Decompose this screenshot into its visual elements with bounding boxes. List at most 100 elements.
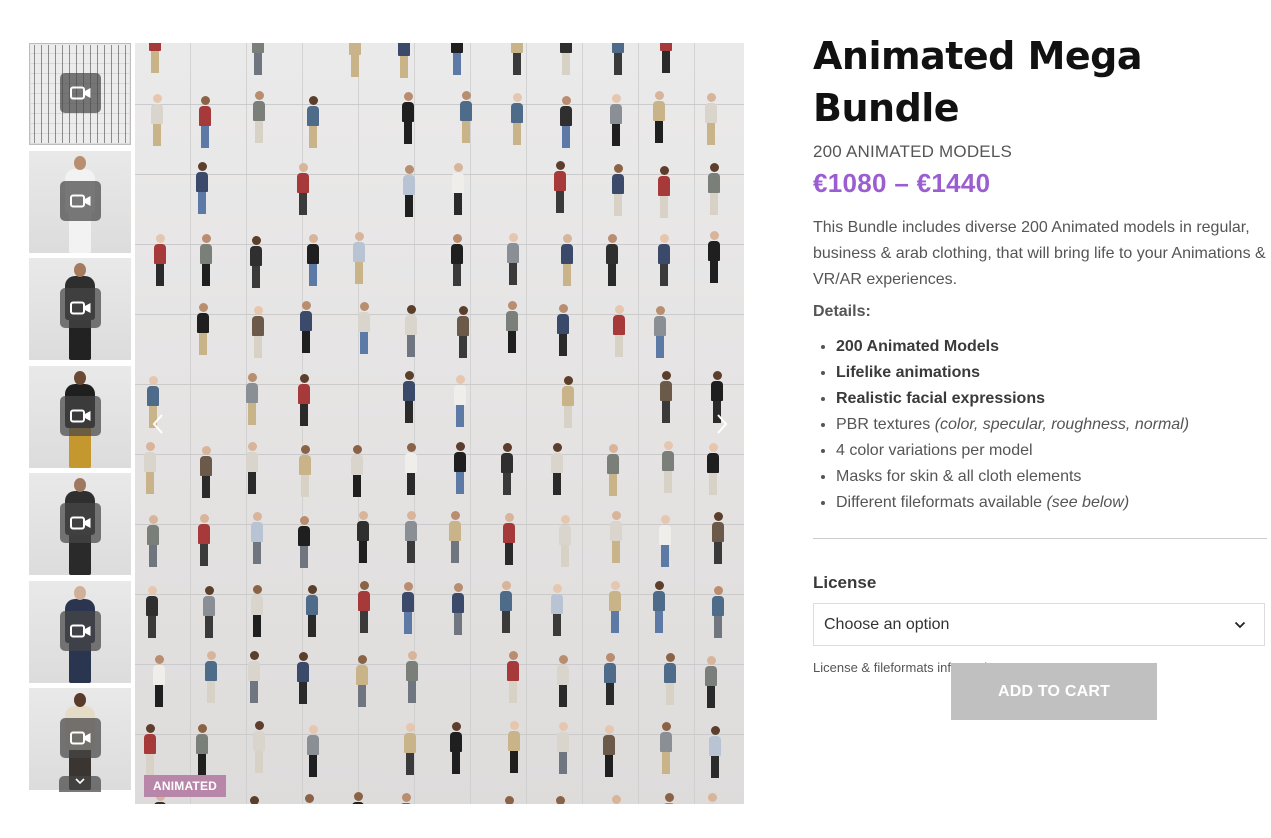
- crowd-person: [147, 515, 159, 567]
- thumbnail-strip: [29, 43, 131, 792]
- video-camera-icon: [60, 503, 101, 543]
- crowd-person: [307, 96, 319, 148]
- crowd-person: [610, 795, 622, 804]
- crowd-person: [449, 511, 461, 563]
- crowd-person: [252, 43, 264, 75]
- crowd-person: [557, 722, 569, 774]
- product-description: This Bundle includes diverse 200 Animate…: [813, 219, 1266, 288]
- chevron-right-icon: [717, 414, 728, 434]
- person-head: [74, 585, 86, 600]
- crowd-person: [507, 651, 519, 703]
- crowd-person: [402, 582, 414, 634]
- crowd-person: [560, 96, 572, 148]
- crowd-person: [297, 652, 309, 704]
- crowd-person: [402, 92, 414, 144]
- thumbnails-scroll-down-button[interactable]: [59, 776, 101, 792]
- crowd-person: [658, 166, 670, 218]
- crowd-person: [660, 722, 672, 774]
- crowd-person: [561, 234, 573, 286]
- chevron-down-icon: [75, 778, 85, 785]
- product-price: €1080 – €1440: [813, 168, 991, 198]
- crowd-person: [253, 721, 265, 773]
- crowd-person: [205, 651, 217, 703]
- crowd-person: [248, 651, 260, 703]
- crowd-person: [300, 301, 312, 353]
- crowd-person: [451, 234, 463, 286]
- crowd-person: [612, 43, 624, 75]
- thumbnail-item[interactable]: [29, 365, 131, 468]
- gallery-prev-button[interactable]: [148, 410, 168, 438]
- feature-item: 200 Animated Models: [836, 334, 1267, 360]
- thumbnail-item[interactable]: [29, 688, 131, 790]
- crowd-person: [356, 655, 368, 707]
- crowd-person: [246, 442, 258, 494]
- crowd-person: [403, 165, 415, 217]
- feature-item: PBR textures (color, specular, roughness…: [836, 412, 1267, 438]
- crowd-person: [196, 162, 208, 214]
- product-title: Animated Mega Bundle: [813, 34, 1143, 130]
- crowd-person: [612, 164, 624, 216]
- crowd-person: [352, 792, 364, 804]
- crowd-person: [511, 93, 523, 145]
- crowd-person: [298, 516, 310, 568]
- crowd-person: [251, 585, 263, 637]
- crowd-person: [454, 442, 466, 494]
- product-summary: Animated Mega Bundle 200 ANIMATED MODELS…: [813, 30, 1267, 720]
- crowd-person: [196, 724, 208, 776]
- license-select[interactable]: Choose an option: [813, 603, 1265, 646]
- crowd-person: [607, 444, 619, 496]
- crowd-person: [151, 94, 163, 146]
- person-head: [74, 370, 86, 385]
- crowd-person: [712, 512, 724, 564]
- crowd-person: [604, 653, 616, 705]
- crowd-person: [307, 234, 319, 286]
- person-head: [74, 478, 86, 492]
- crowd-person: [197, 303, 209, 355]
- crowd-person: [198, 514, 210, 566]
- thumbnail-item[interactable]: [29, 258, 131, 360]
- crowd-person: [246, 373, 258, 425]
- crowd-person: [707, 443, 719, 495]
- divider: [813, 538, 1267, 539]
- crowd-person: [559, 515, 571, 567]
- crowd-person: [146, 586, 158, 638]
- crowd-person: [503, 513, 515, 565]
- chevron-down-icon: [1234, 621, 1246, 628]
- person-head: [74, 155, 86, 170]
- thumbnail-item[interactable]: [29, 473, 131, 575]
- crowd-person: [154, 234, 166, 286]
- crowd-person: [404, 723, 416, 775]
- crowd-person: [554, 161, 566, 213]
- thumbnail-item[interactable]: [29, 150, 131, 253]
- crowd-person: [708, 163, 720, 215]
- thumbnail-item[interactable]: [29, 43, 131, 145]
- crowd-person: [307, 725, 319, 777]
- license-label: License: [813, 573, 877, 592]
- crowd-person: [358, 302, 370, 354]
- crowd-person: [659, 515, 671, 567]
- thumbnail-item[interactable]: [29, 580, 131, 683]
- crowd-person: [405, 305, 417, 357]
- crowd-person: [506, 301, 518, 353]
- crowd-person: [664, 653, 676, 705]
- crowd-person: [557, 655, 569, 707]
- crowd-person: [398, 43, 410, 78]
- crowd-person: [560, 43, 572, 75]
- person-head: [74, 693, 86, 707]
- crowd-person: [248, 796, 260, 804]
- feature-bold-text: Lifelike animations: [836, 364, 981, 381]
- crowd-person: [663, 793, 675, 804]
- crowd-person: [351, 445, 363, 497]
- crowd-person: [609, 581, 621, 633]
- crowd-person: [551, 443, 563, 495]
- main-product-image[interactable]: [135, 43, 744, 804]
- crowd-person: [660, 43, 672, 73]
- crowd-person: [200, 446, 212, 498]
- feature-item: Masks for skin & all cloth elements: [836, 464, 1267, 490]
- crowd-person: [705, 656, 717, 708]
- add-to-cart-button[interactable]: ADD TO CART: [951, 663, 1157, 720]
- crowd-person: [298, 374, 310, 426]
- gallery-next-button[interactable]: [712, 410, 732, 438]
- crowd-person: [251, 512, 263, 564]
- crowd-person: [610, 94, 622, 146]
